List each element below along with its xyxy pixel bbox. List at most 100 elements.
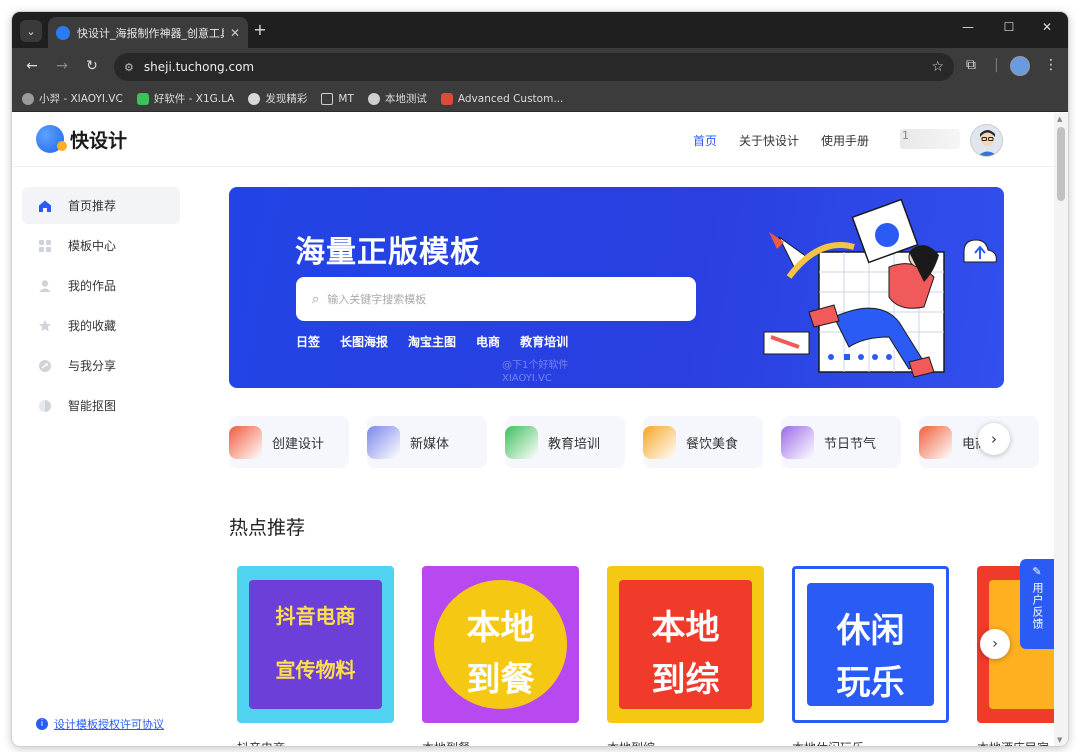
license-link[interactable]: i 设计模板授权许可协议 bbox=[36, 716, 164, 732]
template-card[interactable]: 本地到综本地到综 bbox=[607, 566, 764, 746]
hot-keyword-link[interactable]: 长图海报 bbox=[340, 333, 388, 350]
nav-home[interactable]: 首页 bbox=[693, 132, 717, 149]
minimize-button[interactable]: — bbox=[953, 20, 983, 34]
url-input[interactable]: ⚙ sheji.tuchong.com ☆ bbox=[114, 53, 954, 81]
sidebar-item[interactable]: 与我分享 bbox=[22, 347, 180, 384]
browser-tab[interactable]: 快设计_海报制作神器_创意工具 ✕ bbox=[48, 17, 248, 48]
category-icon bbox=[505, 425, 538, 459]
nav-manual[interactable]: 使用手册 bbox=[821, 132, 869, 149]
category-icon bbox=[919, 425, 952, 459]
hot-keyword-link[interactable]: 教育培训 bbox=[520, 333, 568, 350]
category-item[interactable]: 创建设计 bbox=[229, 416, 349, 468]
hot-section-title: 热点推荐 bbox=[229, 517, 306, 539]
extensions-icon[interactable]: ⧉ bbox=[966, 57, 976, 73]
page-scrollbar[interactable]: ▲ ▼ bbox=[1054, 113, 1068, 746]
sidebar-item[interactable]: 我的收藏 bbox=[22, 307, 180, 344]
thumbnail-subline: 到综 bbox=[651, 660, 720, 700]
bookmark-star-icon[interactable]: ☆ bbox=[931, 59, 944, 75]
bookmark-item[interactable]: 小羿 - XIAOYI.VC bbox=[22, 91, 123, 106]
home-icon bbox=[38, 199, 52, 213]
tab-search-button[interactable]: ⌄ bbox=[20, 20, 42, 42]
category-item[interactable]: 教育培训 bbox=[505, 416, 625, 468]
sidebar-item-label: 智能抠图 bbox=[68, 399, 117, 413]
template-thumbnail: 本地 到餐 bbox=[422, 566, 579, 723]
bookmark-item[interactable]: 本地测试 bbox=[367, 91, 427, 106]
menu-icon[interactable]: ⋮ bbox=[1044, 57, 1058, 73]
user-avatar[interactable] bbox=[970, 124, 1003, 157]
logo-text: 快设计 bbox=[70, 129, 128, 152]
license-link-text: 设计模板授权许可协议 bbox=[54, 718, 164, 731]
bookmark-label: 本地测试 bbox=[384, 93, 427, 105]
hot-next-button[interactable]: › bbox=[980, 629, 1010, 659]
category-label: 教育培训 bbox=[548, 436, 601, 452]
category-label: 节日节气 bbox=[824, 436, 877, 452]
maximize-button[interactable]: ☐ bbox=[994, 20, 1024, 34]
profile-avatar-icon[interactable] bbox=[1010, 56, 1030, 76]
template-card[interactable]: 休闲玩乐本地休闲玩乐 bbox=[792, 566, 949, 746]
bookmark-item[interactable]: Advanced Custom... bbox=[440, 92, 564, 105]
template-search-input[interactable] bbox=[327, 292, 658, 306]
thumbnail-headline: 抖音电商 bbox=[275, 604, 356, 628]
site-logo[interactable]: 快设计 bbox=[36, 125, 127, 153]
hero-banner: 海量正版模板 ⌕ 日签 长图海报 淘宝主图 电商 教育培训 @下1个好软件 XIAOYI… bbox=[229, 187, 1004, 388]
hot-keyword-link[interactable]: 电商 bbox=[476, 333, 500, 350]
sidebar-item-label: 与我分享 bbox=[68, 359, 117, 373]
reload-button[interactable]: ↻ bbox=[82, 58, 102, 74]
template-thumbnail: 抖音电商 宣传物料 bbox=[237, 566, 394, 723]
category-item[interactable]: 餐饮美食 bbox=[643, 416, 763, 468]
bookmark-label: 好软件 - X1G.LA bbox=[153, 93, 235, 105]
tab-close-icon[interactable]: ✕ bbox=[230, 26, 240, 40]
template-card[interactable]: 本地到餐本地到餐 bbox=[422, 566, 579, 746]
bookmark-item[interactable]: 发现精彩 bbox=[248, 91, 307, 106]
sidebar-item-label: 我的收藏 bbox=[68, 319, 117, 333]
category-item[interactable]: 节日节气 bbox=[781, 416, 901, 468]
bookmark-item[interactable]: 好软件 - X1G.LA bbox=[136, 91, 235, 106]
user-name[interactable]: 1 bbox=[900, 129, 960, 149]
new-tab-button[interactable]: + bbox=[250, 20, 270, 39]
tab-title: 快设计_海报制作神器_创意工具 bbox=[77, 26, 224, 40]
bookmark-label: 发现精彩 bbox=[265, 93, 308, 105]
category-item[interactable]: 新媒体 bbox=[367, 416, 487, 468]
thumbnail-subline: 玩乐 bbox=[836, 663, 905, 703]
thumbnail-subline: 宣传物料 bbox=[275, 658, 356, 682]
sidebar-item[interactable]: 模板中心 bbox=[22, 227, 180, 264]
thumbnail-headline: 本地 bbox=[651, 608, 720, 648]
feedback-button[interactable]: ✎ 用户反馈 bbox=[1020, 559, 1054, 649]
banner-illustration bbox=[763, 198, 997, 378]
browser-window: ⌄ 快设计_海报制作神器_创意工具 ✕ + — ☐ ✕ ← → ↻ ⚙ shej… bbox=[12, 12, 1068, 746]
nav-about[interactable]: 关于快设计 bbox=[739, 132, 799, 149]
sidebar-item[interactable]: 我的作品 bbox=[22, 267, 180, 304]
search-icon: ⌕ bbox=[312, 291, 320, 307]
close-window-button[interactable]: ✕ bbox=[1032, 20, 1062, 34]
scroll-up-icon[interactable]: ▲ bbox=[1057, 115, 1062, 123]
sidebar-item[interactable]: 智能抠图 bbox=[22, 387, 180, 424]
globe-icon bbox=[367, 92, 380, 105]
acf-icon bbox=[440, 92, 453, 105]
template-card[interactable]: 抖音电商宣传物料抖音电商 bbox=[237, 566, 394, 746]
share-icon bbox=[38, 359, 52, 373]
watermark-line-1: @下1个好软件 bbox=[502, 360, 569, 371]
sidebar-item-label: 首页推荐 bbox=[68, 199, 117, 213]
forward-button[interactable]: → bbox=[52, 58, 72, 74]
user-icon bbox=[38, 279, 52, 293]
back-button[interactable]: ← bbox=[22, 58, 42, 74]
template-thumbnail: 本地 到综 bbox=[607, 566, 764, 723]
hot-keywords: 日签 长图海报 淘宝主图 电商 教育培训 bbox=[296, 333, 568, 350]
bookmark-item[interactable]: MT bbox=[321, 92, 354, 105]
site-settings-icon[interactable]: ⚙ bbox=[124, 61, 134, 74]
sidebar-item[interactable]: 首页推荐 bbox=[22, 187, 180, 224]
xiaoyi-icon bbox=[22, 92, 34, 105]
template-search-box[interactable]: ⌕ bbox=[296, 277, 696, 321]
category-icon bbox=[781, 425, 814, 459]
hot-keyword-link[interactable]: 淘宝主图 bbox=[408, 333, 456, 350]
sidebar-item-label: 模板中心 bbox=[68, 239, 117, 253]
address-bar: ← → ↻ ⚙ sheji.tuchong.com ☆ ⧉ | ⋮ bbox=[12, 48, 1068, 86]
star-icon bbox=[38, 319, 52, 333]
bookmark-label: Advanced Custom... bbox=[457, 92, 564, 105]
category-next-button[interactable]: › bbox=[978, 423, 1010, 455]
edit-icon: ✎ bbox=[1032, 565, 1042, 578]
scrollbar-thumb[interactable] bbox=[1057, 127, 1065, 201]
feedback-label: 用户反馈 bbox=[1031, 582, 1044, 630]
scroll-down-icon[interactable]: ▼ bbox=[1057, 736, 1062, 744]
hot-keyword-link[interactable]: 日签 bbox=[296, 333, 320, 350]
